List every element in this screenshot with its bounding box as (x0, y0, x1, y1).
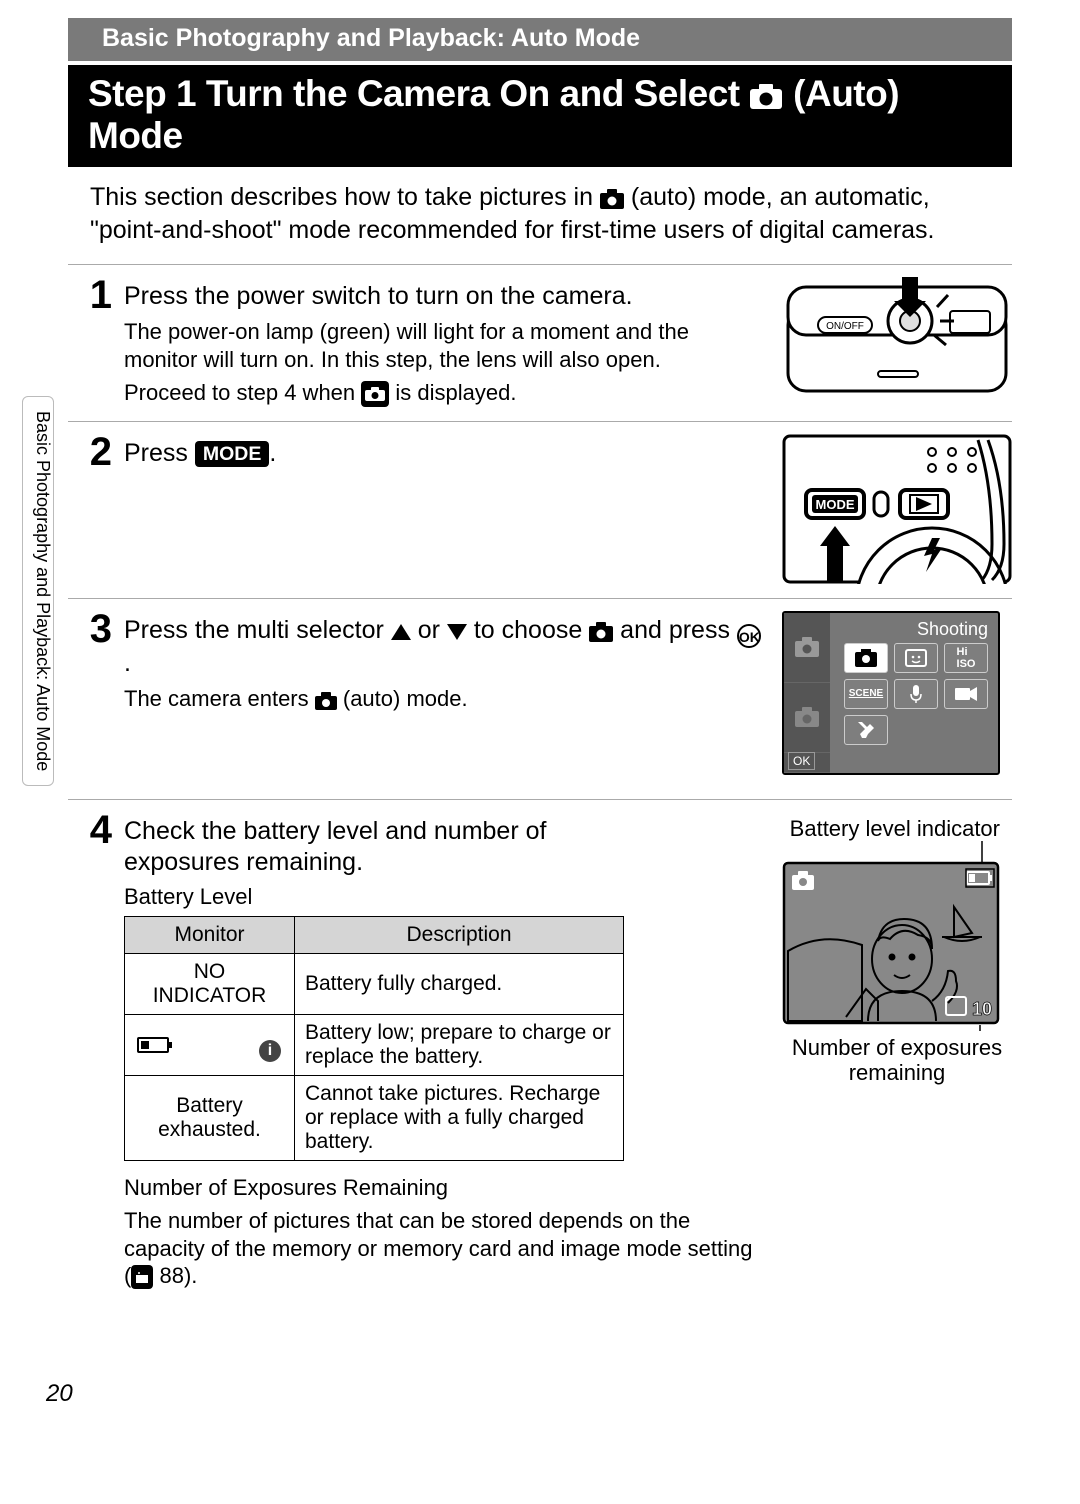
section-header: Basic Photography and Playback: Auto Mod… (68, 18, 1012, 61)
side-tab: Basic Photography and Playback: Auto Mod… (22, 396, 54, 786)
step2-title-a: Press (124, 439, 195, 467)
intro-text: This section describes how to take pictu… (90, 181, 990, 246)
grid-scene-icon: SCENE (844, 679, 888, 709)
step3-desc: The camera enters (auto) mode. (124, 685, 762, 713)
t3e: . (124, 649, 131, 677)
t3a: Press the multi selector (124, 616, 391, 644)
camera-icon (749, 82, 783, 110)
callout-exposures-remaining: Number of exposures remaining (782, 1035, 1012, 1086)
th-monitor: Monitor (125, 917, 295, 954)
cell-batt-exhausted: Battery exhausted. (125, 1076, 295, 1161)
svg-text:10: 10 (972, 999, 992, 1019)
page-title: Step 1 Turn the Camera On and Select (Au… (68, 65, 1012, 167)
screen-title: Shooting (917, 619, 988, 640)
cell-desc3: Cannot take pictures. Recharge or replac… (295, 1076, 624, 1161)
camera-icon (589, 622, 613, 642)
step-3: 3 Press the multi selector or to choose … (68, 605, 1012, 781)
grid-smile-icon (894, 643, 938, 673)
step4-title: Check the battery level and number of ex… (124, 816, 594, 879)
grid-movie-icon (944, 679, 988, 709)
camera-icon (600, 189, 624, 209)
step-number: 2 (68, 428, 112, 590)
grid-camera-icon (844, 643, 888, 673)
step-1: 1 Press the power switch to turn on the … (68, 271, 1012, 413)
page-ref-icon (131, 1265, 153, 1288)
cell-desc2: Battery low; prepare to charge or replac… (295, 1015, 624, 1076)
step1-figure: ON/OFF (782, 271, 1012, 413)
callout-battery-indicator: Battery level indicator (782, 816, 1012, 841)
svg-text:MODE: MODE (816, 497, 855, 512)
d3b: (auto) mode. (343, 686, 468, 711)
title-prefix: Step 1 Turn the Camera On and Select (88, 73, 749, 114)
step1-desc2a: Proceed to step 4 when (124, 380, 361, 405)
battery-table: Monitor Description NO INDICATOR Battery… (124, 916, 624, 1161)
step-4: 4 Check the battery level and number of … (68, 806, 1012, 1296)
col-camera-faded-icon (784, 683, 830, 753)
expa: The number of pictures that can be store… (124, 1208, 753, 1288)
step4-figure: Battery level indicator (782, 806, 1012, 1092)
step1-desc2b: is displayed. (395, 380, 516, 405)
step-2: 2 Press MODE. MODE (68, 428, 1012, 590)
step2-figure: MODE (782, 428, 1012, 590)
step2-title: Press MODE. (124, 438, 762, 469)
d3a: The camera enters (124, 686, 315, 711)
step3-title: Press the multi selector or to choose an… (124, 615, 762, 679)
th-description: Description (295, 917, 624, 954)
page-ref-number: 88 (159, 1263, 183, 1288)
step2-title-b: . (269, 439, 276, 467)
table-row: Battery exhausted. Cannot take pictures.… (125, 1076, 624, 1161)
up-arrow-icon (391, 624, 411, 640)
mode-badge: MODE (195, 441, 270, 467)
grid-iso-icon: Hi ISO (944, 643, 988, 673)
down-arrow-icon (447, 624, 467, 640)
intro-a: This section describes how to take pictu… (90, 183, 600, 211)
camera-icon (315, 692, 337, 710)
cell-batt-exhausted-text: Battery exhausted. (135, 1094, 284, 1142)
battery-heading: Battery Level (124, 884, 762, 910)
page-number: 20 (46, 1380, 73, 1408)
grid-setup-icon (844, 715, 888, 745)
step-number: 1 (68, 271, 112, 413)
exposures-desc: The number of pictures that can be store… (124, 1207, 762, 1290)
step1-title: Press the power switch to turn on the ca… (124, 281, 762, 312)
screen-ok: OK (788, 752, 815, 770)
camera-badge-icon (361, 381, 389, 406)
cell-desc1: Battery fully charged. (295, 954, 624, 1015)
t3d: and press (620, 616, 737, 644)
ok-icon: OK (737, 624, 761, 648)
step3-figure: Shooting (782, 605, 1012, 781)
t3c: to choose (474, 616, 589, 644)
expb: ). (184, 1263, 197, 1288)
step-number: 3 (68, 605, 112, 781)
table-row: Battery low; prepare to charge or replac… (125, 1015, 624, 1076)
step1-desc2: Proceed to step 4 when is displayed. (124, 379, 762, 407)
table-row: NO INDICATOR Battery fully charged. (125, 954, 624, 1015)
svg-text:ON/OFF: ON/OFF (826, 321, 864, 332)
t3b: or (418, 616, 447, 644)
step1-desc1: The power-on lamp (green) will light for… (124, 318, 762, 373)
step-number: 4 (68, 806, 112, 850)
cell-noindicator: NO INDICATOR (125, 954, 295, 1015)
grid-mic-icon (894, 679, 938, 709)
exposures-heading: Number of Exposures Remaining (124, 1175, 762, 1201)
col-camera-icon (784, 613, 830, 683)
